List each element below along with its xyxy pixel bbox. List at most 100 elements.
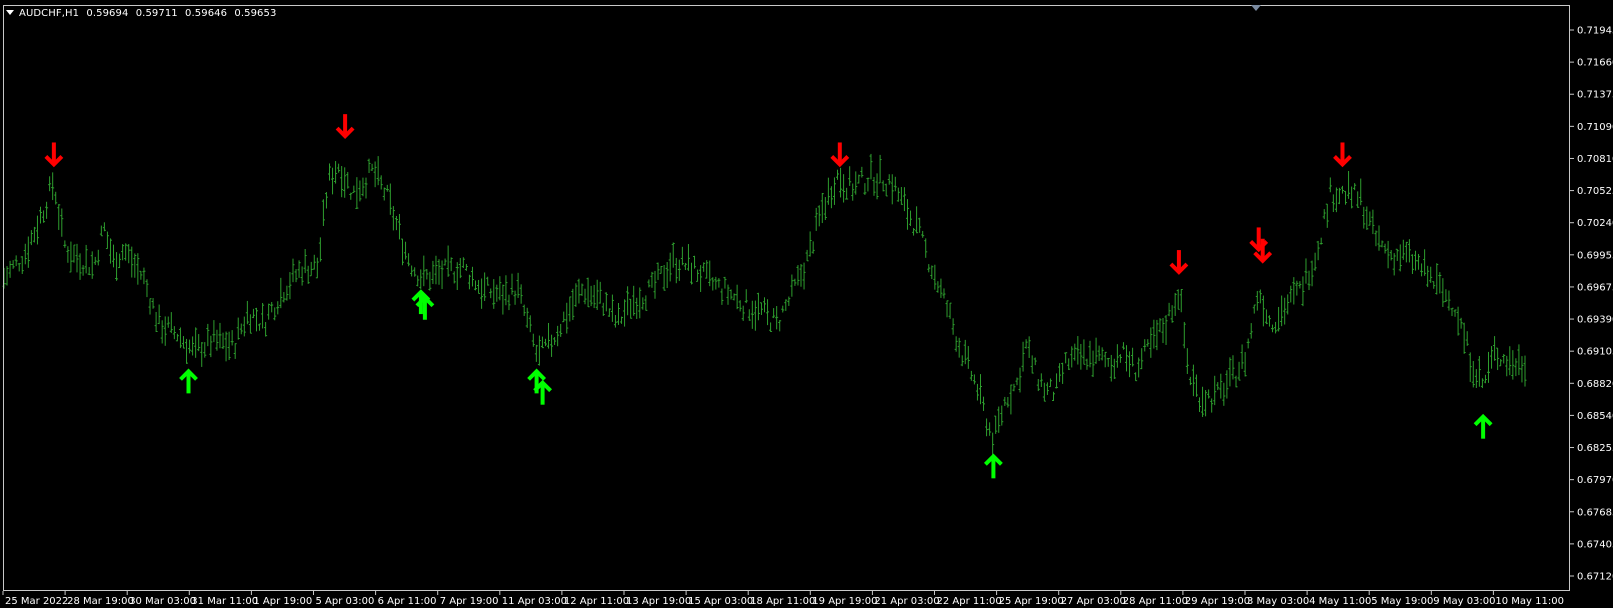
ohlc-bar <box>154 311 158 332</box>
ohlc-bar <box>264 322 268 337</box>
ohlc-bar <box>1496 347 1500 371</box>
ohlc-bar <box>832 177 836 205</box>
ohlc-bar <box>1042 382 1046 402</box>
time-axis[interactable]: 25 Mar 202228 Mar 19:0030 Mar 03:0031 Ma… <box>2 591 1564 607</box>
time-tick-label: 10 May 11:00 <box>1495 596 1564 607</box>
ohlc-bar <box>1420 263 1424 277</box>
ohlc-bar <box>1039 373 1043 387</box>
ohlc-bar <box>1523 355 1527 387</box>
ohlc-bar <box>1240 344 1244 369</box>
ohlc-bar <box>84 244 88 274</box>
ohlc-bar <box>1480 378 1484 389</box>
ohlc-bar <box>145 279 149 298</box>
ohlc-bar <box>382 187 386 201</box>
ohlc-bar <box>32 226 36 243</box>
ohlc-bar <box>753 300 757 331</box>
buy-arrow-icon <box>983 453 1003 479</box>
ohlc-bar <box>860 166 864 178</box>
ohlc-bar <box>662 264 666 291</box>
ohlc-bar <box>1392 253 1396 276</box>
price-axis[interactable]: 0.71945 0.71660 0.71375 0.71090 0.70810 0.705… <box>1570 26 1613 583</box>
ohlc-bar <box>550 334 554 357</box>
ohlc-bar <box>866 177 870 192</box>
ohlc-bar <box>340 166 344 198</box>
ohlc-bar <box>656 262 660 280</box>
ohlc-bar <box>1410 254 1414 274</box>
ohlc-bar <box>1386 240 1390 269</box>
ohlc-bar <box>851 183 855 201</box>
ohlc-bar <box>1322 209 1326 220</box>
ohlc-bar <box>823 197 827 220</box>
ohlc-bar <box>461 257 465 269</box>
ohlc-bar <box>151 298 155 309</box>
ohlc-bar <box>1249 323 1253 339</box>
ohlc-bar <box>279 277 283 309</box>
ohlc-bar <box>839 167 843 198</box>
ohlc-bar <box>997 406 1001 433</box>
ohlc-bar <box>1121 342 1125 350</box>
ohlc-bar <box>1173 292 1177 316</box>
time-tick-label: 1 Apr 19:00 <box>253 596 312 607</box>
ohlc-bar <box>474 280 478 291</box>
time-tick-label: 27 Apr 03:00 <box>1061 596 1126 607</box>
ohlc-bar <box>45 201 49 219</box>
ohlc-bar <box>127 243 131 264</box>
ohlc-bar <box>875 173 879 200</box>
ohlc-bar <box>1225 370 1229 399</box>
ohlc-bar <box>1216 382 1220 391</box>
ohlc-bar <box>254 307 258 332</box>
time-tick-label: 30 Mar 03:00 <box>129 596 196 607</box>
ohlc-bar <box>982 396 986 411</box>
ohlc-bar <box>434 255 438 285</box>
ohlc-bar <box>297 260 301 278</box>
time-tick-label: 5 May 19:00 <box>1371 596 1433 607</box>
ohlc-bar <box>1006 396 1010 408</box>
ohlc-bar <box>1471 360 1475 388</box>
ohlc-bar <box>1353 183 1357 191</box>
ohlc-bar <box>863 183 867 195</box>
ohlc-bar <box>936 281 940 293</box>
ohlc-bar <box>1444 289 1448 303</box>
ohlc-bar <box>1301 276 1305 307</box>
ohlc-bar <box>613 315 617 328</box>
price-tick-label: 0.69390 <box>1577 315 1613 326</box>
ohlc-bar <box>565 302 569 334</box>
ohlc-bar <box>1298 281 1302 289</box>
ohlc-bar <box>1030 355 1034 374</box>
ohlc-bar <box>42 210 46 223</box>
ohlc-bar <box>653 270 657 299</box>
sell-arrow-icon <box>1169 250 1189 275</box>
ohlc-bar <box>915 206 919 234</box>
ohlc-bar <box>1377 225 1381 251</box>
ohlc-bar <box>1413 250 1417 271</box>
chart-shift-marker-icon[interactable] <box>1251 5 1261 11</box>
ohlc-bar <box>1079 343 1083 370</box>
ohlc-bar <box>893 176 897 192</box>
price-tick-label: 0.68820 <box>1577 379 1613 390</box>
ohlc-bar <box>422 255 426 287</box>
ohlc-bar <box>930 265 934 280</box>
ohlc-bar <box>331 167 335 195</box>
price-chart[interactable]: 0.71945 0.71660 0.71375 0.71090 0.70810 0.705… <box>0 0 1613 608</box>
time-tick-label: 6 Apr 11:00 <box>378 596 437 607</box>
ohlc-bar <box>635 297 639 319</box>
ohlc-bar <box>1073 343 1077 361</box>
ohlc-bar <box>303 249 307 274</box>
ohlc-bar <box>401 238 405 266</box>
chart-window[interactable]: 0.71945 0.71660 0.71375 0.71090 0.70810 0.705… <box>0 0 1613 608</box>
ohlc-bar <box>327 163 331 181</box>
chart-menu-triangle-icon[interactable] <box>6 10 14 15</box>
ohlc-bar <box>483 272 487 302</box>
ohlc-bar <box>994 415 998 434</box>
ohlc-bar <box>1191 364 1195 397</box>
ohlc-bar <box>1246 338 1250 349</box>
ohlc-bar <box>1118 354 1122 363</box>
ohlc-bar <box>741 305 745 321</box>
ohlc-bar <box>1164 315 1168 345</box>
ohlc-bar <box>1337 187 1341 205</box>
ohlc-bar <box>23 243 27 265</box>
ohlc-bar <box>1477 356 1481 387</box>
ohlc-bar <box>1459 317 1463 329</box>
ohlc-bar <box>1009 384 1013 415</box>
ohlc-bar <box>1313 252 1317 271</box>
